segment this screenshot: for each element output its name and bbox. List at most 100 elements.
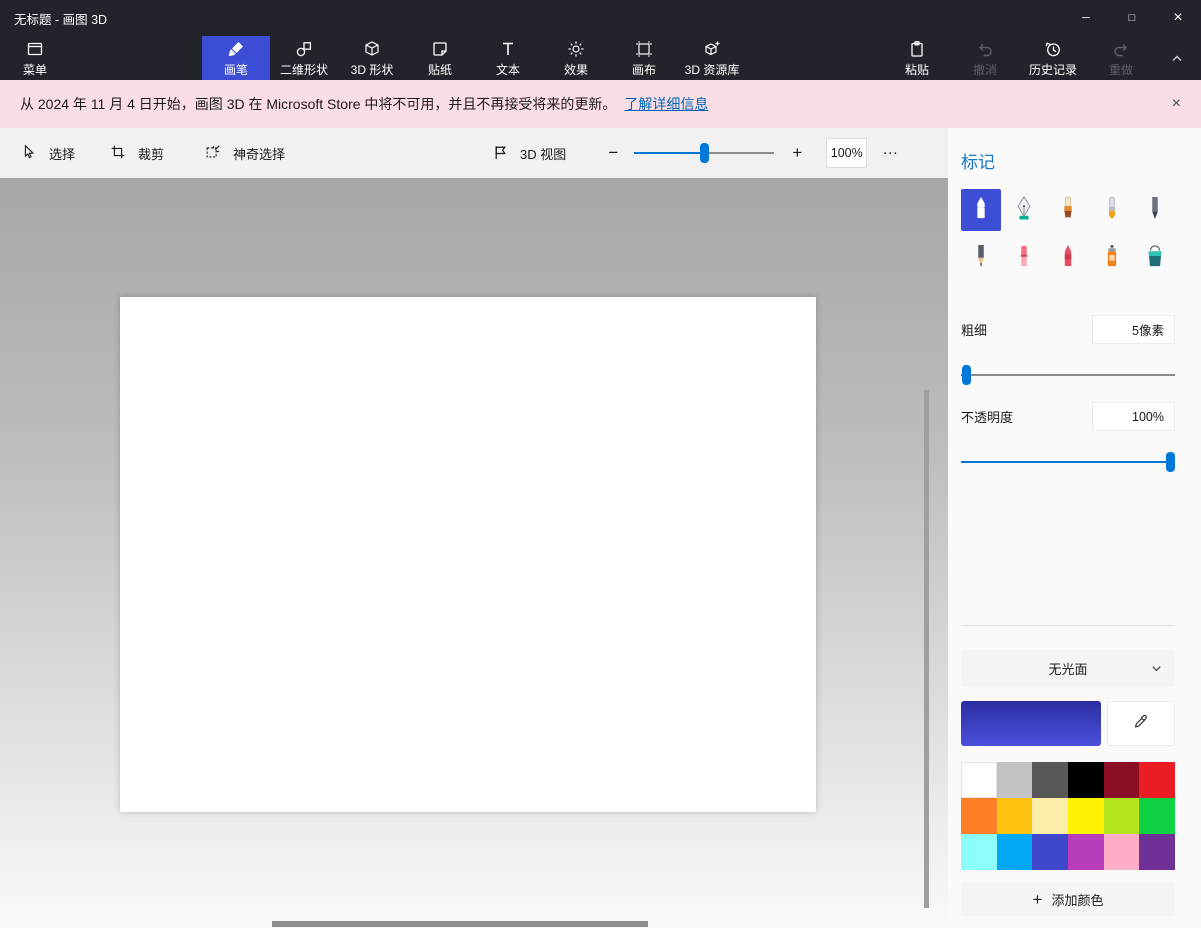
tab-label: 文本 [495,62,520,77]
banner-close-icon[interactable]: × [1172,95,1181,113]
eyedropper-icon [1132,712,1150,735]
maximize-button[interactable]: □ [1109,0,1155,36]
color-swatch[interactable] [961,834,997,870]
brush-watercolor[interactable] [1092,189,1132,231]
brush-icon [226,39,246,59]
add-color-button[interactable]: + 添加颜色 [961,883,1175,916]
thickness-input[interactable]: 5像素 [1092,315,1175,344]
color-swatch[interactable] [996,762,1033,798]
3d-view-button[interactable]: 3D 视图 [491,143,566,163]
tab-text[interactable]: 文本 [474,36,542,80]
brush-pixel-pen[interactable] [1135,189,1175,231]
library-3d-icon [702,39,722,59]
crayon-icon [1057,243,1079,274]
color-swatch[interactable] [1068,798,1104,834]
history-icon [1043,39,1063,59]
drawing-canvas[interactable] [120,297,816,812]
crop-button[interactable]: 裁剪 [109,143,164,163]
color-swatch[interactable] [1139,762,1175,798]
panel-divider [961,625,1175,626]
magic-select-icon [204,143,224,163]
action-label: 粘贴 [904,62,929,77]
ribbon-tabs: 画笔 二维形状 3D 形状 贴纸 文本 效果 画布 3D 资源库 [202,36,746,80]
shapes-2d-icon [294,39,314,59]
tab-label: 画布 [631,62,656,77]
opacity-slider-handle[interactable] [1166,452,1175,472]
vertical-scrollbar[interactable] [924,390,929,908]
color-swatch[interactable] [1103,834,1140,870]
color-swatch[interactable] [1032,834,1068,870]
color-swatch[interactable] [1103,762,1140,798]
color-swatch[interactable] [996,834,1033,870]
color-swatch[interactable] [1139,834,1175,870]
menu-label: 菜单 [22,62,47,77]
brush-crayon[interactable] [1048,237,1088,279]
brush-calligraphy-pen[interactable] [1005,189,1045,231]
zoom-slider-handle[interactable] [700,143,710,163]
redo-button[interactable]: 重做 [1087,36,1155,80]
opacity-slider[interactable] [961,451,1175,473]
finish-dropdown[interactable]: 无光面 [961,650,1175,687]
brush-oil-brush[interactable] [1048,189,1088,231]
magic-select-button[interactable]: 神奇选择 [204,143,285,163]
horizontal-scrollbar[interactable] [272,921,648,927]
brush-eraser[interactable] [1005,237,1045,279]
tab-canvas[interactable]: 画布 [610,36,678,80]
window-controls: ─ □ × [1063,0,1201,36]
color-swatch[interactable] [961,798,997,834]
color-swatch[interactable] [1068,834,1104,870]
zoom-slider[interactable] [634,142,775,164]
thickness-slider-handle[interactable] [962,365,971,385]
action-label: 历史记录 [1028,62,1077,77]
panel-title: 标记 [961,153,995,172]
tab-3d-shapes[interactable]: 3D 形状 [338,36,406,80]
brush-marker[interactable] [961,189,1001,231]
tab-3d-library[interactable]: 3D 资源库 [678,36,746,80]
banner-message: 从 2024 年 11 月 4 日开始，画图 3D 在 Microsoft St… [20,96,617,112]
zoom-out-button[interactable]: − [604,143,622,163]
select-button[interactable]: 选择 [20,143,75,163]
pencil-icon [970,243,992,274]
brush-panel: 标记 粗细 5像素 不透明度 100% 无光面 + 添加颜色 [948,128,1201,928]
paste-icon [907,39,927,59]
color-swatch[interactable] [961,762,997,798]
history-button[interactable]: 历史记录 [1019,36,1087,80]
color-palette [961,762,1175,870]
brush-pencil[interactable] [961,237,1001,279]
current-color-swatch[interactable] [961,701,1101,746]
more-options-button[interactable]: … [882,141,898,165]
tab-2d-shapes[interactable]: 二维形状 [270,36,338,80]
ribbon-actions: 粘贴 撤消 历史记录 重做 [883,36,1199,80]
undo-button[interactable]: 撤消 [951,36,1019,80]
color-swatch[interactable] [996,798,1033,834]
zoom-value[interactable]: 100% [826,138,868,168]
opacity-label: 不透明度 [961,410,1014,425]
collapse-ribbon-button[interactable] [1155,36,1199,80]
eyedropper-button[interactable] [1107,701,1175,746]
color-swatch[interactable] [1032,798,1068,834]
oil-brush-icon [1057,195,1079,226]
tab-brushes[interactable]: 画笔 [202,36,270,80]
color-swatch[interactable] [1068,762,1104,798]
opacity-input[interactable]: 100% [1092,402,1175,431]
color-swatch[interactable] [1139,798,1175,834]
color-swatch[interactable] [1032,762,1068,798]
opacity-slider-fill [961,461,1175,463]
zoom-in-button[interactable]: + [788,143,806,163]
thickness-slider[interactable] [961,364,1175,386]
close-button[interactable]: × [1155,0,1201,36]
paste-button[interactable]: 粘贴 [883,36,951,80]
ribbon: 菜单 画笔 二维形状 3D 形状 贴纸 文本 效果 画布 3D 资源库 粘贴 撤… [0,36,1201,80]
menu-button[interactable]: 菜单 [8,36,62,80]
brush-fill[interactable] [1135,237,1175,279]
color-swatch[interactable] [1103,798,1140,834]
canvas-toolbar: 选择 裁剪 神奇选择 3D 视图 − + 100% … [0,128,948,178]
brush-spray-can[interactable] [1092,237,1132,279]
learn-more-link[interactable]: 了解详细信息 [624,94,708,114]
tab-effects[interactable]: 效果 [542,36,610,80]
notification-banner: 从 2024 年 11 月 4 日开始，画图 3D 在 Microsoft St… [0,80,1201,128]
tab-stickers[interactable]: 贴纸 [406,36,474,80]
minimize-button[interactable]: ─ [1063,0,1109,36]
tab-label: 3D 形状 [350,62,394,77]
tab-label: 二维形状 [279,62,328,77]
